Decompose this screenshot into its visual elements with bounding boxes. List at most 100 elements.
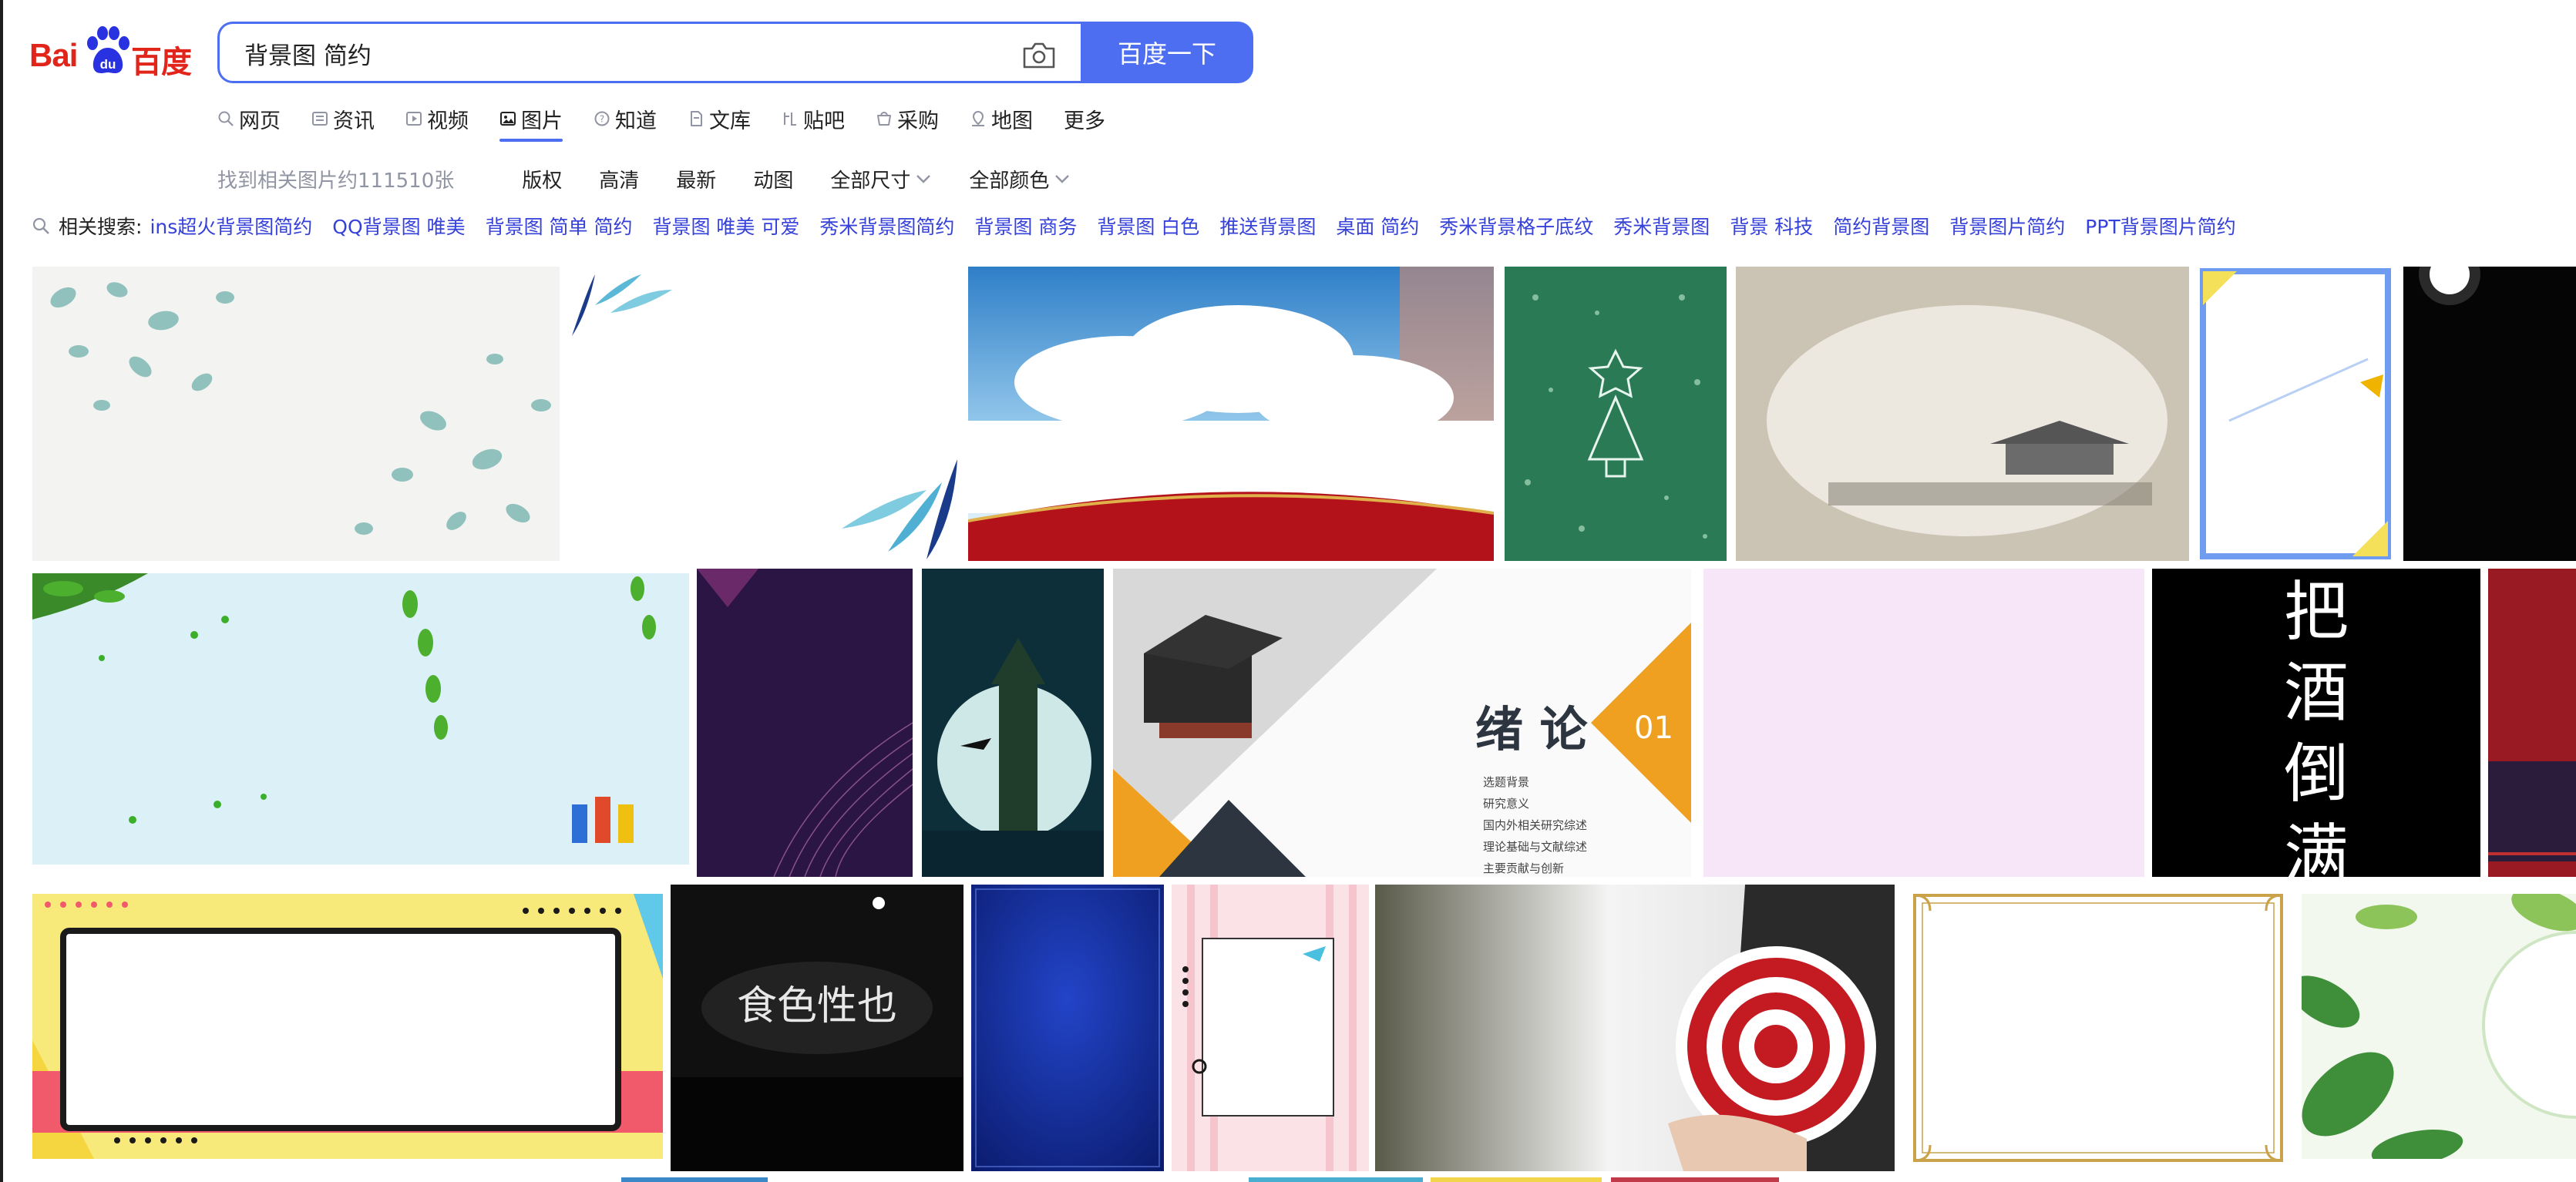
nav-more[interactable]: 更多 [1064, 103, 1105, 134]
nav-map[interactable]: 地图 [970, 103, 1033, 134]
thesis-bullet: 主要贡献与创新 [1483, 861, 1564, 875]
thesis-bullet: 国内外相关研究综述 [1483, 818, 1587, 832]
chevron-down-icon [1055, 175, 1070, 183]
related-link[interactable]: 背景图 唯美 可爱 [652, 212, 799, 240]
baidu-logo[interactable]: Bai du 百度 [29, 23, 192, 80]
nav-label: 视频 [427, 109, 469, 133]
nav-wenku[interactable]: 文库 [688, 103, 751, 134]
next-row-peek [1611, 1177, 1779, 1182]
nav-tieba[interactable]: 贴吧 [782, 103, 845, 134]
image-thumb-tropical[interactable] [2302, 894, 2576, 1159]
calligraphy-char: 酒 [2284, 655, 2349, 730]
image-thumb-purple-lines[interactable] [697, 569, 913, 877]
camera-icon[interactable] [1021, 39, 1057, 70]
image-thumb-target[interactable] [1375, 885, 1895, 1171]
related-link[interactable]: 简约背景图 [1833, 212, 1929, 240]
nav-web[interactable]: 网页 [217, 103, 281, 134]
red-image [2488, 569, 2576, 877]
nav-label: 贴吧 [803, 109, 845, 133]
filter-color-dropdown[interactable]: 全部颜色 [969, 165, 1071, 193]
logo-text-cn: 百度 [131, 45, 192, 79]
related-link[interactable]: 背景图 商务 [974, 212, 1077, 240]
nav-label: 文库 [709, 109, 751, 133]
image-thumb-pink-plain[interactable] [1703, 569, 2144, 877]
related-link[interactable]: 背景图 白色 [1097, 212, 1199, 240]
nav-label: 知道 [615, 109, 657, 133]
related-link[interactable]: 秀米背景图 [1613, 212, 1710, 240]
chevron-down-icon [916, 175, 931, 183]
stripes-image [1172, 885, 1369, 1171]
paw-text: du [100, 57, 116, 72]
image-thumb-navy-gradient[interactable] [971, 885, 1164, 1171]
nav-news[interactable]: 资讯 [311, 103, 375, 134]
image-thumb-thesis-slide[interactable]: 01 绪 论 选题背景 研究意义 国内外相关研究综述 理论基础与文献综述 主要贡… [1113, 569, 1691, 877]
thesis-image: 01 绪 论 选题背景 研究意义 国内外相关研究综述 理论基础与文献综述 主要贡… [1113, 569, 1691, 877]
clouds-image [968, 267, 1494, 561]
related-link[interactable]: 背景图片简约 [1949, 212, 2065, 240]
search-icon [218, 111, 234, 126]
filter-animated[interactable]: 动图 [753, 165, 793, 193]
image-thumb-witch-castle[interactable] [922, 569, 1104, 877]
search-input[interactable] [243, 30, 986, 76]
target-image [1375, 885, 1895, 1171]
filter-hd[interactable]: 高清 [599, 165, 639, 193]
tieba-icon [784, 112, 796, 126]
nav-caigou[interactable]: 采购 [876, 103, 939, 134]
thesis-heading: 绪 论 [1475, 701, 1589, 757]
frame-image [2198, 267, 2393, 561]
neon-image: 食色性也 [671, 885, 963, 1171]
related-link[interactable]: 秀米背景格子底纹 [1439, 212, 1593, 240]
related-link[interactable]: 桌面 简约 [1336, 212, 1419, 240]
related-link[interactable]: 背景图 简单 简约 [486, 212, 633, 240]
nav-label: 图片 [521, 109, 563, 133]
image-thumb-calligraphy[interactable]: 把 酒 倒 满 [2152, 569, 2480, 877]
search-icon [32, 217, 49, 234]
image-thumb-pink-stripes[interactable] [1172, 885, 1369, 1171]
image-thumb-ink-landscape[interactable] [1736, 267, 2189, 561]
nav-video[interactable]: 视频 [405, 103, 469, 134]
related-link[interactable]: 推送背景图 [1219, 212, 1316, 240]
image-thumb-vines[interactable] [32, 573, 689, 865]
image-thumb-black-moon[interactable] [2403, 267, 2576, 561]
tropical-image [2302, 894, 2576, 1159]
filter-size-dropdown[interactable]: 全部尺寸 [830, 165, 932, 193]
calligraphy-char: 倒 [2284, 736, 2349, 811]
related-link[interactable]: 背景 科技 [1730, 212, 1813, 240]
related-link[interactable]: QQ背景图 唯美 [332, 212, 465, 240]
navy-image [971, 885, 1164, 1171]
svg-text:?: ? [600, 114, 604, 125]
related-link[interactable]: 秀米背景图简约 [819, 212, 954, 240]
thesis-bullet: 研究意义 [1483, 797, 1529, 811]
image-thumb-clouds[interactable] [968, 267, 1494, 561]
filter-copyright[interactable]: 版权 [522, 165, 562, 193]
related-link[interactable]: ins超火背景图简约 [150, 212, 312, 240]
memphis-image [32, 894, 663, 1159]
nav-label: 网页 [239, 109, 281, 133]
feathers-image [564, 267, 963, 561]
image-thumb-red-stripe[interactable] [2488, 569, 2576, 877]
shopping-icon [877, 112, 891, 126]
filter-latest[interactable]: 最新 [676, 165, 716, 193]
christmas-image [1505, 267, 1727, 561]
logo-text: Bai [29, 37, 78, 73]
calligraphy-char: 满 [2284, 817, 2349, 877]
image-thumb-memphis-frame[interactable] [32, 894, 663, 1159]
image-thumb-blue-frame[interactable] [2198, 267, 2393, 561]
nav-zhidao[interactable]: ? 知道 [594, 103, 657, 134]
search-button[interactable]: 百度一下 [1081, 22, 1253, 83]
nav-label: 更多 [1064, 109, 1105, 133]
filter-bar: 找到相关图片约111510张 版权 高清 最新 动图 全部尺寸 全部颜色 [217, 163, 1108, 194]
nav-images[interactable]: 图片 [499, 103, 563, 142]
calligraphy-char: 把 [2284, 574, 2349, 650]
image-thumb-feathers[interactable] [564, 267, 963, 561]
document-icon [691, 111, 702, 126]
image-thumb-gold-frame[interactable] [1904, 885, 2292, 1171]
related-link[interactable]: PPT背景图片简约 [2085, 212, 2235, 240]
vines-image [32, 573, 689, 865]
image-thumb-green-christmas[interactable] [1505, 267, 1727, 561]
leaves-image [32, 267, 560, 561]
image-thumb-leaves[interactable] [32, 267, 560, 561]
filter-label: 全部尺寸 [830, 169, 911, 193]
image-icon [500, 112, 516, 126]
image-thumb-neon-text[interactable]: 食色性也 [671, 885, 963, 1171]
